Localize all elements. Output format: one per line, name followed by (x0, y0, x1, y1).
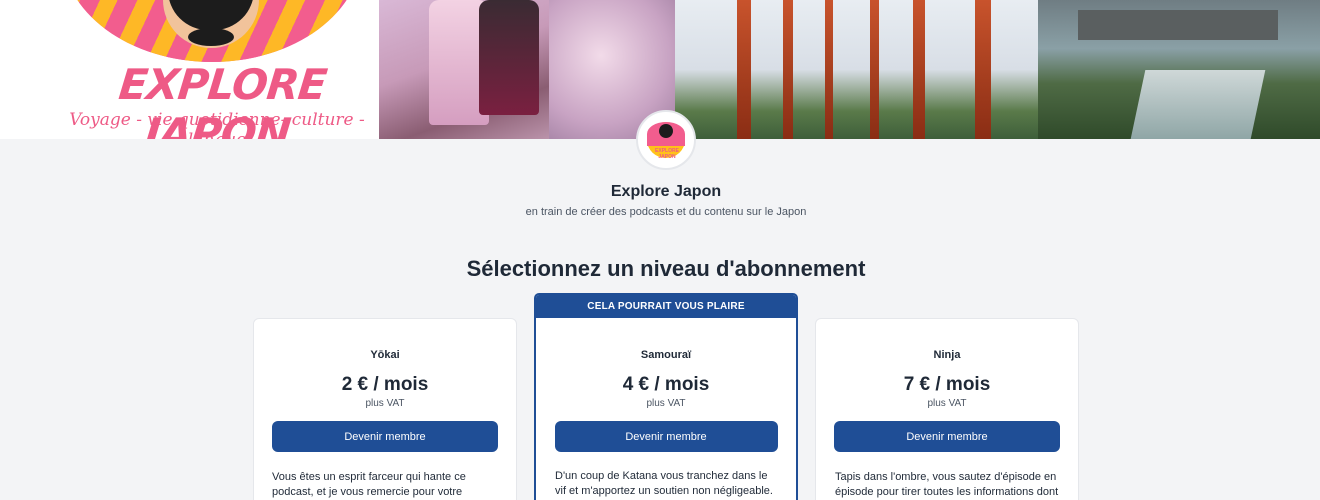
tier-price: 2 € / mois (341, 374, 429, 395)
logo-beard-graphic (188, 28, 234, 46)
banner-photo-torii (675, 0, 1038, 139)
creator-avatar[interactable]: EXPLORE JAPON (636, 110, 696, 170)
tier-card-yokai: Yōkai 2 € / mois plus VAT Devenir membre… (253, 318, 517, 500)
tier-description: Vous êtes un esprit farceur qui hante ce… (272, 471, 466, 498)
tier-vat-note: plus VAT (646, 398, 686, 409)
banner-photo-kimono (379, 0, 675, 139)
tier-description: Tapis dans l'ombre, vous sautez d'épisod… (835, 471, 1059, 498)
creator-description: en train de créer des podcasts et du con… (525, 206, 807, 218)
tier-vat-note: plus VAT (927, 398, 967, 409)
tier-card-ninja: Ninja 7 € / mois plus VAT Devenir membre… (815, 318, 1079, 500)
tier-card-samourai: CELA POURRAIT VOUS PLAIRE Samouraï 4 € /… (534, 293, 798, 500)
logo-tagline: Voyage - vie quotidienne- culture - lang… (69, 110, 365, 139)
explore-japon-logo: EXPLORE JAPON Voyage - vie quotidienne- … (0, 0, 379, 139)
page-title: Sélectionnez un niveau d'abonnement (466, 256, 866, 281)
creator-name: Explore Japon (610, 183, 722, 200)
join-button-ninja[interactable]: Devenir membre (834, 421, 1060, 452)
tier-name: Yōkai (370, 349, 400, 361)
banner-photo-canal (1038, 0, 1320, 139)
tier-vat-note: plus VAT (365, 398, 405, 409)
tier-price: 7 € / mois (903, 374, 991, 395)
tier-name: Samouraï (640, 349, 692, 361)
tier-price: 4 € / mois (622, 374, 710, 395)
recommended-badge: CELA POURRAIT VOUS PLAIRE (536, 295, 796, 318)
avatar-logo-text: EXPLORE JAPON (655, 148, 679, 160)
join-button-yokai[interactable]: Devenir membre (272, 421, 498, 452)
tier-name: Ninja (933, 349, 961, 361)
join-button-samourai[interactable]: Devenir membre (554, 421, 778, 452)
tier-description: D'un coup de Katana vous tranchez dans l… (555, 470, 773, 497)
